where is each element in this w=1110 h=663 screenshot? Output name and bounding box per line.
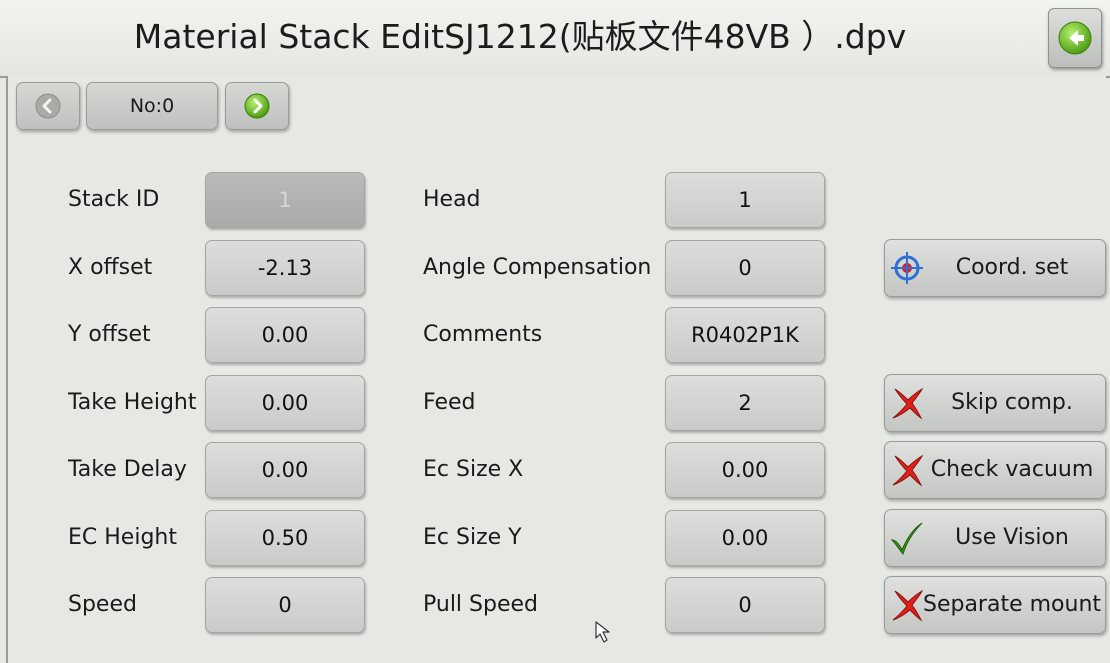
next-arrow-icon xyxy=(244,93,270,119)
main-panel xyxy=(6,76,1106,663)
ec-height-label: EC Height xyxy=(68,525,177,550)
comments-label: Comments xyxy=(423,322,543,347)
ec-size-x-label: Ec Size X xyxy=(423,457,524,482)
prev-record-button[interactable] xyxy=(16,82,80,130)
separate-mount-button[interactable]: Separate mount xyxy=(884,576,1106,634)
ec-size-y-field[interactable]: 0.00 xyxy=(665,510,825,566)
check-vacuum-label: Check vacuum xyxy=(930,457,1094,482)
feed-label: Feed xyxy=(423,390,476,415)
head-label: Head xyxy=(423,187,481,212)
feed-field[interactable]: 2 xyxy=(665,375,825,431)
green-check-icon xyxy=(890,522,923,556)
comments-field[interactable]: R0402P1K xyxy=(665,307,825,363)
next-record-button[interactable] xyxy=(225,82,289,130)
head-field[interactable]: 1 xyxy=(665,172,825,228)
take-delay-label: Take Delay xyxy=(68,457,187,482)
angle-compensation-label: Angle Compensation xyxy=(423,255,652,280)
red-x-icon xyxy=(892,589,924,622)
stack-id-field: 1 xyxy=(205,172,365,228)
use-vision-label: Use Vision xyxy=(955,525,1069,550)
angle-compensation-field[interactable]: 0 xyxy=(665,240,825,296)
y-offset-field[interactable]: 0.00 xyxy=(205,307,365,363)
crosshair-icon xyxy=(891,252,923,284)
ec-height-field[interactable]: 0.50 xyxy=(205,510,365,566)
take-height-field[interactable]: 0.00 xyxy=(205,375,365,431)
take-height-label: Take Height xyxy=(68,390,197,415)
use-vision-button[interactable]: Use Vision xyxy=(884,509,1106,567)
separate-mount-label: Separate mount xyxy=(922,592,1102,617)
red-x-icon xyxy=(892,387,924,420)
speed-field[interactable]: 0 xyxy=(205,577,365,633)
red-x-icon xyxy=(892,454,924,487)
back-button[interactable] xyxy=(1048,8,1102,68)
skip-comp-button[interactable]: Skip comp. xyxy=(884,374,1106,432)
pull-speed-label: Pull Speed xyxy=(423,592,539,617)
stack-id-label: Stack ID xyxy=(68,187,160,212)
ec-size-y-label: Ec Size Y xyxy=(423,525,522,550)
back-arrow-icon xyxy=(1058,21,1092,55)
ec-size-x-field[interactable]: 0.00 xyxy=(665,442,825,498)
x-offset-label: X offset xyxy=(68,255,153,280)
window-title: Material Stack EditSJ1212(贴板文件48VB ）.dpv xyxy=(133,17,907,56)
check-vacuum-button[interactable]: Check vacuum xyxy=(884,441,1106,499)
title-bar: Material Stack EditSJ1212(贴板文件48VB ）.dpv xyxy=(0,0,1110,78)
coord-set-label: Coord. set xyxy=(955,255,1069,280)
take-delay-field[interactable]: 0.00 xyxy=(205,442,365,498)
skip-comp-label: Skip comp. xyxy=(951,390,1073,415)
pull-speed-field[interactable]: 0 xyxy=(665,577,825,633)
record-number: No:0 xyxy=(86,82,218,130)
coord-set-button[interactable]: Coord. set xyxy=(884,239,1106,297)
prev-arrow-icon xyxy=(35,93,61,119)
y-offset-label: Y offset xyxy=(68,322,151,347)
mouse-cursor-icon xyxy=(595,621,610,643)
x-offset-field[interactable]: -2.13 xyxy=(205,240,365,296)
speed-label: Speed xyxy=(68,592,137,617)
